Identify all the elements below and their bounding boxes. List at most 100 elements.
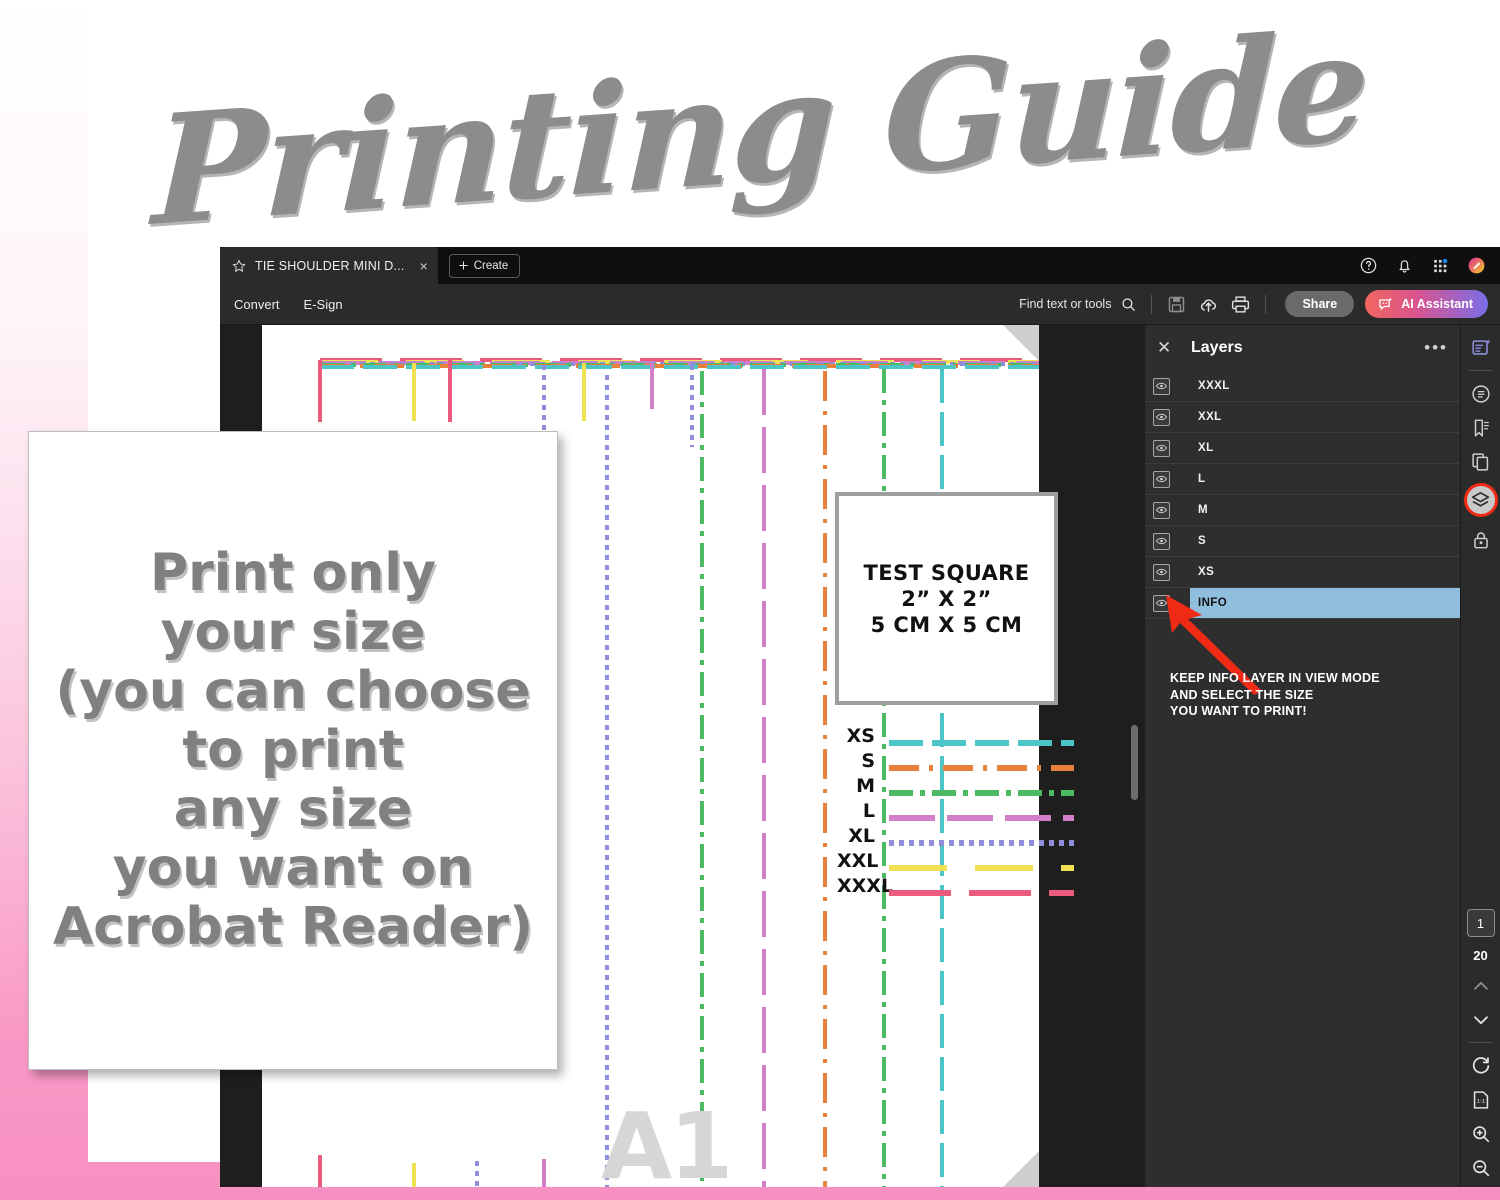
layer-visibility-icon[interactable] — [1153, 532, 1170, 550]
legend-row: XS — [837, 723, 1074, 748]
layer-visibility-icon[interactable] — [1153, 408, 1170, 426]
layer-row[interactable]: M — [1145, 495, 1460, 526]
layer-name[interactable]: XL — [1190, 433, 1460, 463]
page-corner-top-right — [1003, 325, 1039, 361]
viewer-scrollbar[interactable] — [1131, 325, 1138, 1187]
search-icon[interactable] — [1120, 296, 1137, 313]
layer-row[interactable]: XS — [1145, 557, 1460, 588]
layer-visibility-icon[interactable] — [1153, 439, 1170, 457]
ai-sparkle-chat-icon — [1379, 297, 1393, 310]
legend-label: XXXL — [837, 874, 894, 897]
toolbar-divider-1 — [1151, 294, 1153, 314]
chevron-up-icon[interactable] — [1470, 975, 1492, 997]
rotate-icon[interactable] — [1470, 1055, 1492, 1077]
find-text-or-tools[interactable]: Find text or tools — [1019, 296, 1137, 313]
close-icon[interactable]: ✕ — [1157, 338, 1185, 358]
legend-label: XXL — [837, 849, 879, 872]
layer-row[interactable]: XL — [1145, 433, 1460, 464]
instruction-callout: Print only your size (you can choose to pri… — [28, 431, 558, 1070]
callout-line: to print — [182, 719, 404, 780]
bookmark-icon[interactable] — [1470, 417, 1492, 439]
create-button-label: Create — [473, 259, 509, 272]
layer-row[interactable]: S — [1145, 526, 1460, 557]
callout-line: (you can choose — [55, 660, 531, 721]
star-icon[interactable] — [232, 258, 246, 273]
apps-grid-icon[interactable] — [1431, 256, 1450, 275]
toolbar-right-group: Find text or tools Share AI Assistant — [1019, 290, 1488, 318]
test-square-line-2: 2” X 2” — [901, 586, 992, 611]
layers-icon[interactable] — [1463, 483, 1498, 517]
legend-line-swatch — [889, 833, 1074, 846]
layer-name[interactable]: XS — [1190, 557, 1460, 587]
layer-visibility-icon[interactable] — [1153, 377, 1170, 395]
layers-panel-title: Layers — [1191, 339, 1243, 356]
help-icon[interactable] — [1359, 256, 1378, 275]
legend-label: XL — [848, 824, 875, 847]
legend-label: S — [861, 749, 875, 772]
legend-label: M — [856, 774, 875, 797]
page-title: Printing Guide — [150, 0, 1370, 260]
document-tab[interactable]: TIE SHOULDER MINI D... × — [220, 247, 438, 284]
tab-title: TIE SHOULDER MINI D... — [255, 258, 405, 273]
test-square-line-1: TEST SQUARE — [863, 560, 1030, 585]
layer-name[interactable]: XXL — [1190, 402, 1460, 432]
page-corner-bottom-right — [1003, 1151, 1039, 1187]
viewer-scrollbar-thumb[interactable] — [1131, 725, 1138, 800]
organize-pages-icon[interactable] — [1470, 451, 1492, 473]
comment-icon[interactable] — [1470, 383, 1492, 405]
page-title-container: Printing Guide — [150, 0, 1370, 260]
toolbar-divider-2 — [1265, 294, 1267, 314]
total-pages-label: 20 — [1473, 948, 1488, 963]
zoom-out-icon[interactable] — [1470, 1157, 1492, 1179]
ai-assistant-button[interactable]: AI Assistant — [1365, 290, 1488, 318]
legend-row: M — [837, 773, 1074, 798]
save-icon[interactable] — [1166, 294, 1187, 315]
zoom-in-icon[interactable] — [1470, 1123, 1492, 1145]
layer-visibility-icon[interactable] — [1153, 501, 1170, 519]
menu-convert[interactable]: Convert — [234, 297, 280, 312]
tab-strip: TIE SHOULDER MINI D... × Create — [220, 247, 1500, 284]
chevron-down-icon[interactable] — [1470, 1009, 1492, 1031]
overflow-menu-icon[interactable]: ••• — [1424, 338, 1448, 358]
layer-name[interactable]: M — [1190, 495, 1460, 525]
bell-icon[interactable] — [1395, 256, 1414, 275]
layer-name[interactable]: S — [1190, 526, 1460, 556]
create-button[interactable]: Create — [448, 253, 521, 278]
layer-visibility-icon[interactable] — [1153, 470, 1170, 488]
layers-glyph-icon — [1471, 491, 1490, 507]
layer-row[interactable]: XXL — [1145, 402, 1460, 433]
callout-line: you want on — [112, 838, 474, 899]
tab-close-icon[interactable]: × — [420, 258, 428, 274]
print-icon[interactable] — [1230, 294, 1251, 315]
share-button[interactable]: Share — [1285, 291, 1355, 317]
fit-page-icon[interactable]: 1:1 — [1470, 1089, 1492, 1111]
plus-icon — [459, 261, 468, 270]
layers-list: XXXL XXL XL L M S XS INFO — [1145, 371, 1460, 619]
protect-lock-icon[interactable] — [1470, 529, 1492, 551]
find-label: Find text or tools — [1019, 297, 1112, 311]
edit-pdf-icon[interactable] — [1470, 337, 1492, 359]
legend-line-swatch — [889, 758, 1074, 771]
layer-row[interactable]: L — [1145, 464, 1460, 495]
legend-label: XS — [846, 724, 875, 747]
size-legend: XS S M L XL XXL XXXL — [837, 723, 1074, 898]
page-watermark: A1 — [601, 1093, 733, 1187]
layer-visibility-icon[interactable] — [1153, 563, 1170, 581]
layer-row[interactable]: XXXL — [1145, 371, 1460, 402]
right-tool-rail: 1 20 1:1 — [1460, 325, 1500, 1187]
legend-row: XL — [837, 823, 1074, 848]
layers-panel: ✕ Layers ••• XXXL XXL XL L M S XS INFO KEEP INF… — [1144, 325, 1460, 1187]
test-square-line-3: 5 CM X 5 CM — [870, 612, 1023, 637]
layer-name[interactable]: XXXL — [1190, 371, 1460, 401]
account-avatar-icon[interactable] — [1467, 256, 1486, 275]
upload-cloud-icon[interactable] — [1198, 294, 1219, 315]
layer-name[interactable]: L — [1190, 464, 1460, 494]
current-page-field[interactable]: 1 — [1466, 909, 1495, 937]
test-square: TEST SQUARE 2” X 2” 5 CM X 5 CM — [835, 492, 1058, 705]
menu-esign[interactable]: E-Sign — [304, 297, 343, 312]
callout-line: Acrobat Reader) — [52, 897, 533, 958]
ai-assistant-label: AI Assistant — [1401, 297, 1473, 311]
svg-text:1:1: 1:1 — [1476, 1099, 1484, 1105]
legend-row: XXL — [837, 848, 1074, 873]
callout-line: any size — [173, 779, 413, 840]
